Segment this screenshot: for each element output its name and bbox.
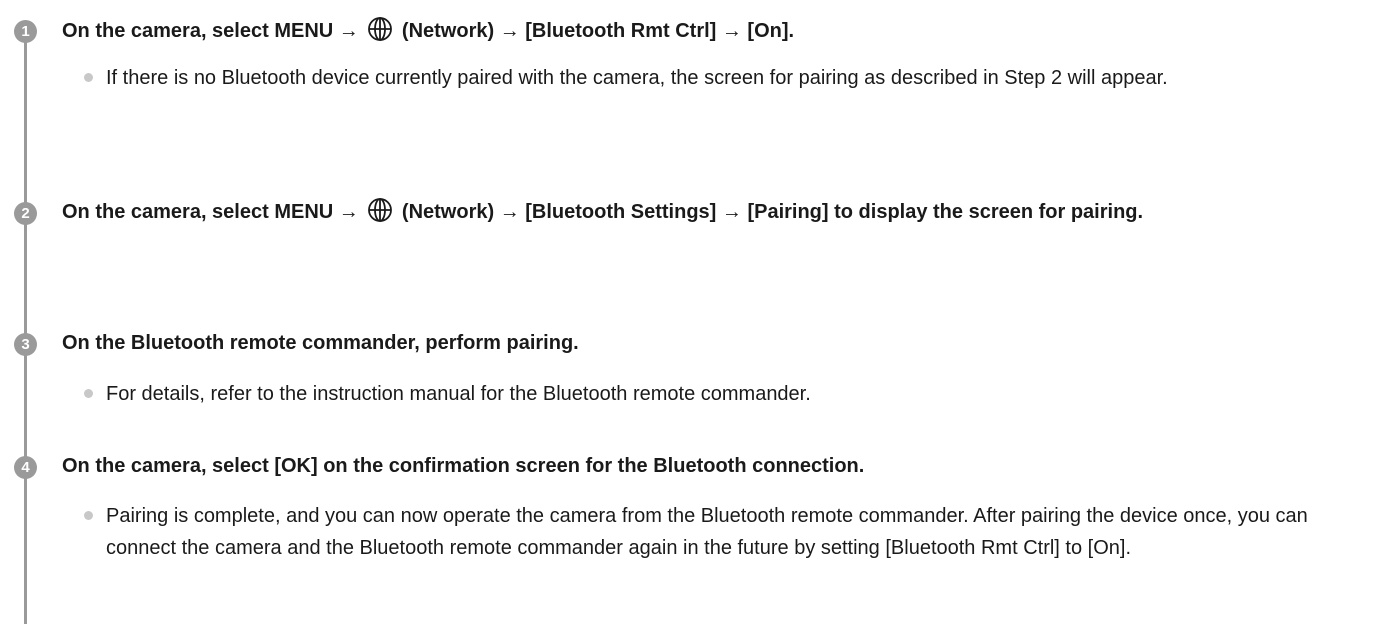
step-note: If there is no Bluetooth device currentl… — [84, 62, 1380, 94]
step-heading-text-before: On the camera, select MENU → — [62, 201, 359, 223]
step-number-badge: 2 — [14, 202, 37, 225]
step-heading: On the camera, select MENU → (Network) →… — [62, 15, 1382, 47]
step-heading: On the camera, select [OK] on the confir… — [62, 455, 865, 477]
step-heading: On the Bluetooth remote commander, perfo… — [62, 332, 579, 354]
procedure-steps: 1 On the camera, select MENU → (Network)… — [0, 0, 1394, 624]
step-number-badge: 3 — [14, 333, 37, 356]
step-note: For details, refer to the instruction ma… — [84, 378, 1380, 410]
step-heading-text-after: (Network) → [Bluetooth Settings] → [Pair… — [401, 201, 1144, 223]
network-globe-icon — [368, 17, 393, 41]
step-note-text: Pairing is complete, and you can now ope… — [106, 505, 1308, 559]
bullet-dot — [84, 73, 93, 82]
step-note-text: For details, refer to the instruction ma… — [106, 383, 811, 405]
step-heading-text-after: (Network) → [Bluetooth Rmt Ctrl] → [On]. — [401, 20, 795, 42]
step-heading-text-before: On the camera, select MENU → — [62, 20, 359, 42]
step-rail — [24, 30, 27, 624]
step-heading: On the camera, select MENU → (Network) →… — [62, 196, 1382, 228]
bullet-dot — [84, 511, 93, 520]
step-number-badge: 4 — [14, 456, 37, 479]
step-number-badge: 1 — [14, 20, 37, 43]
network-globe-icon — [368, 198, 393, 222]
step-note-text: If there is no Bluetooth device currentl… — [106, 67, 1168, 89]
step-note: Pairing is complete, and you can now ope… — [84, 500, 1380, 564]
bullet-dot — [84, 389, 93, 398]
